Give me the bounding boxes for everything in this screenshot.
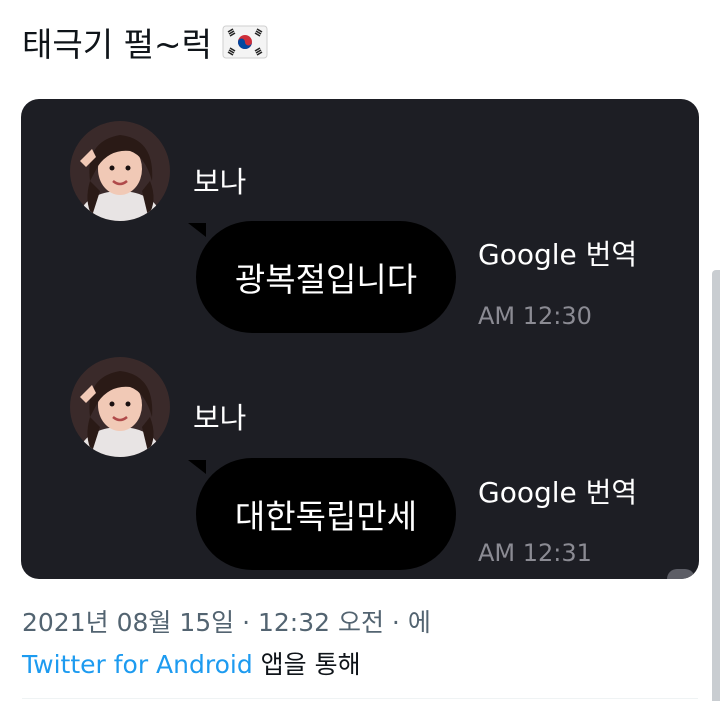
tweet-page: 태극기 펄~럭 보나 광복절입니다 Google 번역 AM 12:30 보나 … xyxy=(0,0,720,701)
bubble-tail xyxy=(188,460,206,474)
tweet-body: 태극기 펄~럭 xyxy=(22,25,212,64)
message-text: 대한독립만세 xyxy=(234,497,418,536)
source-suffix: 앱을 통해 xyxy=(252,650,361,679)
flag-south-korea-icon xyxy=(222,25,268,59)
scrollbar[interactable] xyxy=(712,270,720,701)
tweet-source: Twitter for Android 앱을 통해 xyxy=(22,645,361,681)
google-translate-label[interactable]: Google 번역 xyxy=(478,471,637,511)
sender-name: 보나 xyxy=(193,401,247,435)
message-time: AM 12:30 xyxy=(478,302,592,330)
source-app-link[interactable]: Twitter for Android xyxy=(22,650,253,679)
avatar xyxy=(70,357,170,457)
tweet-text: 태극기 펄~럭 xyxy=(22,18,268,66)
message-time: AM 12:31 xyxy=(478,539,592,567)
sender-name: 보나 xyxy=(193,165,247,199)
message-bubble: 광복절입니다 xyxy=(196,221,456,333)
message-text: 광복절입니다 xyxy=(234,260,418,299)
google-translate-label[interactable]: Google 번역 xyxy=(478,233,637,273)
corner-mark xyxy=(667,569,695,579)
divider xyxy=(22,698,698,699)
bubble-tail xyxy=(188,223,206,237)
message-bubble: 대한독립만세 xyxy=(196,458,456,570)
chat-screenshot-card[interactable]: 보나 광복절입니다 Google 번역 AM 12:30 보나 대한독립만세 G… xyxy=(21,99,699,579)
tweet-timestamp[interactable]: 2021년 08월 15일 · 12:32 오전 · 에 xyxy=(22,603,431,639)
avatar xyxy=(70,121,170,221)
